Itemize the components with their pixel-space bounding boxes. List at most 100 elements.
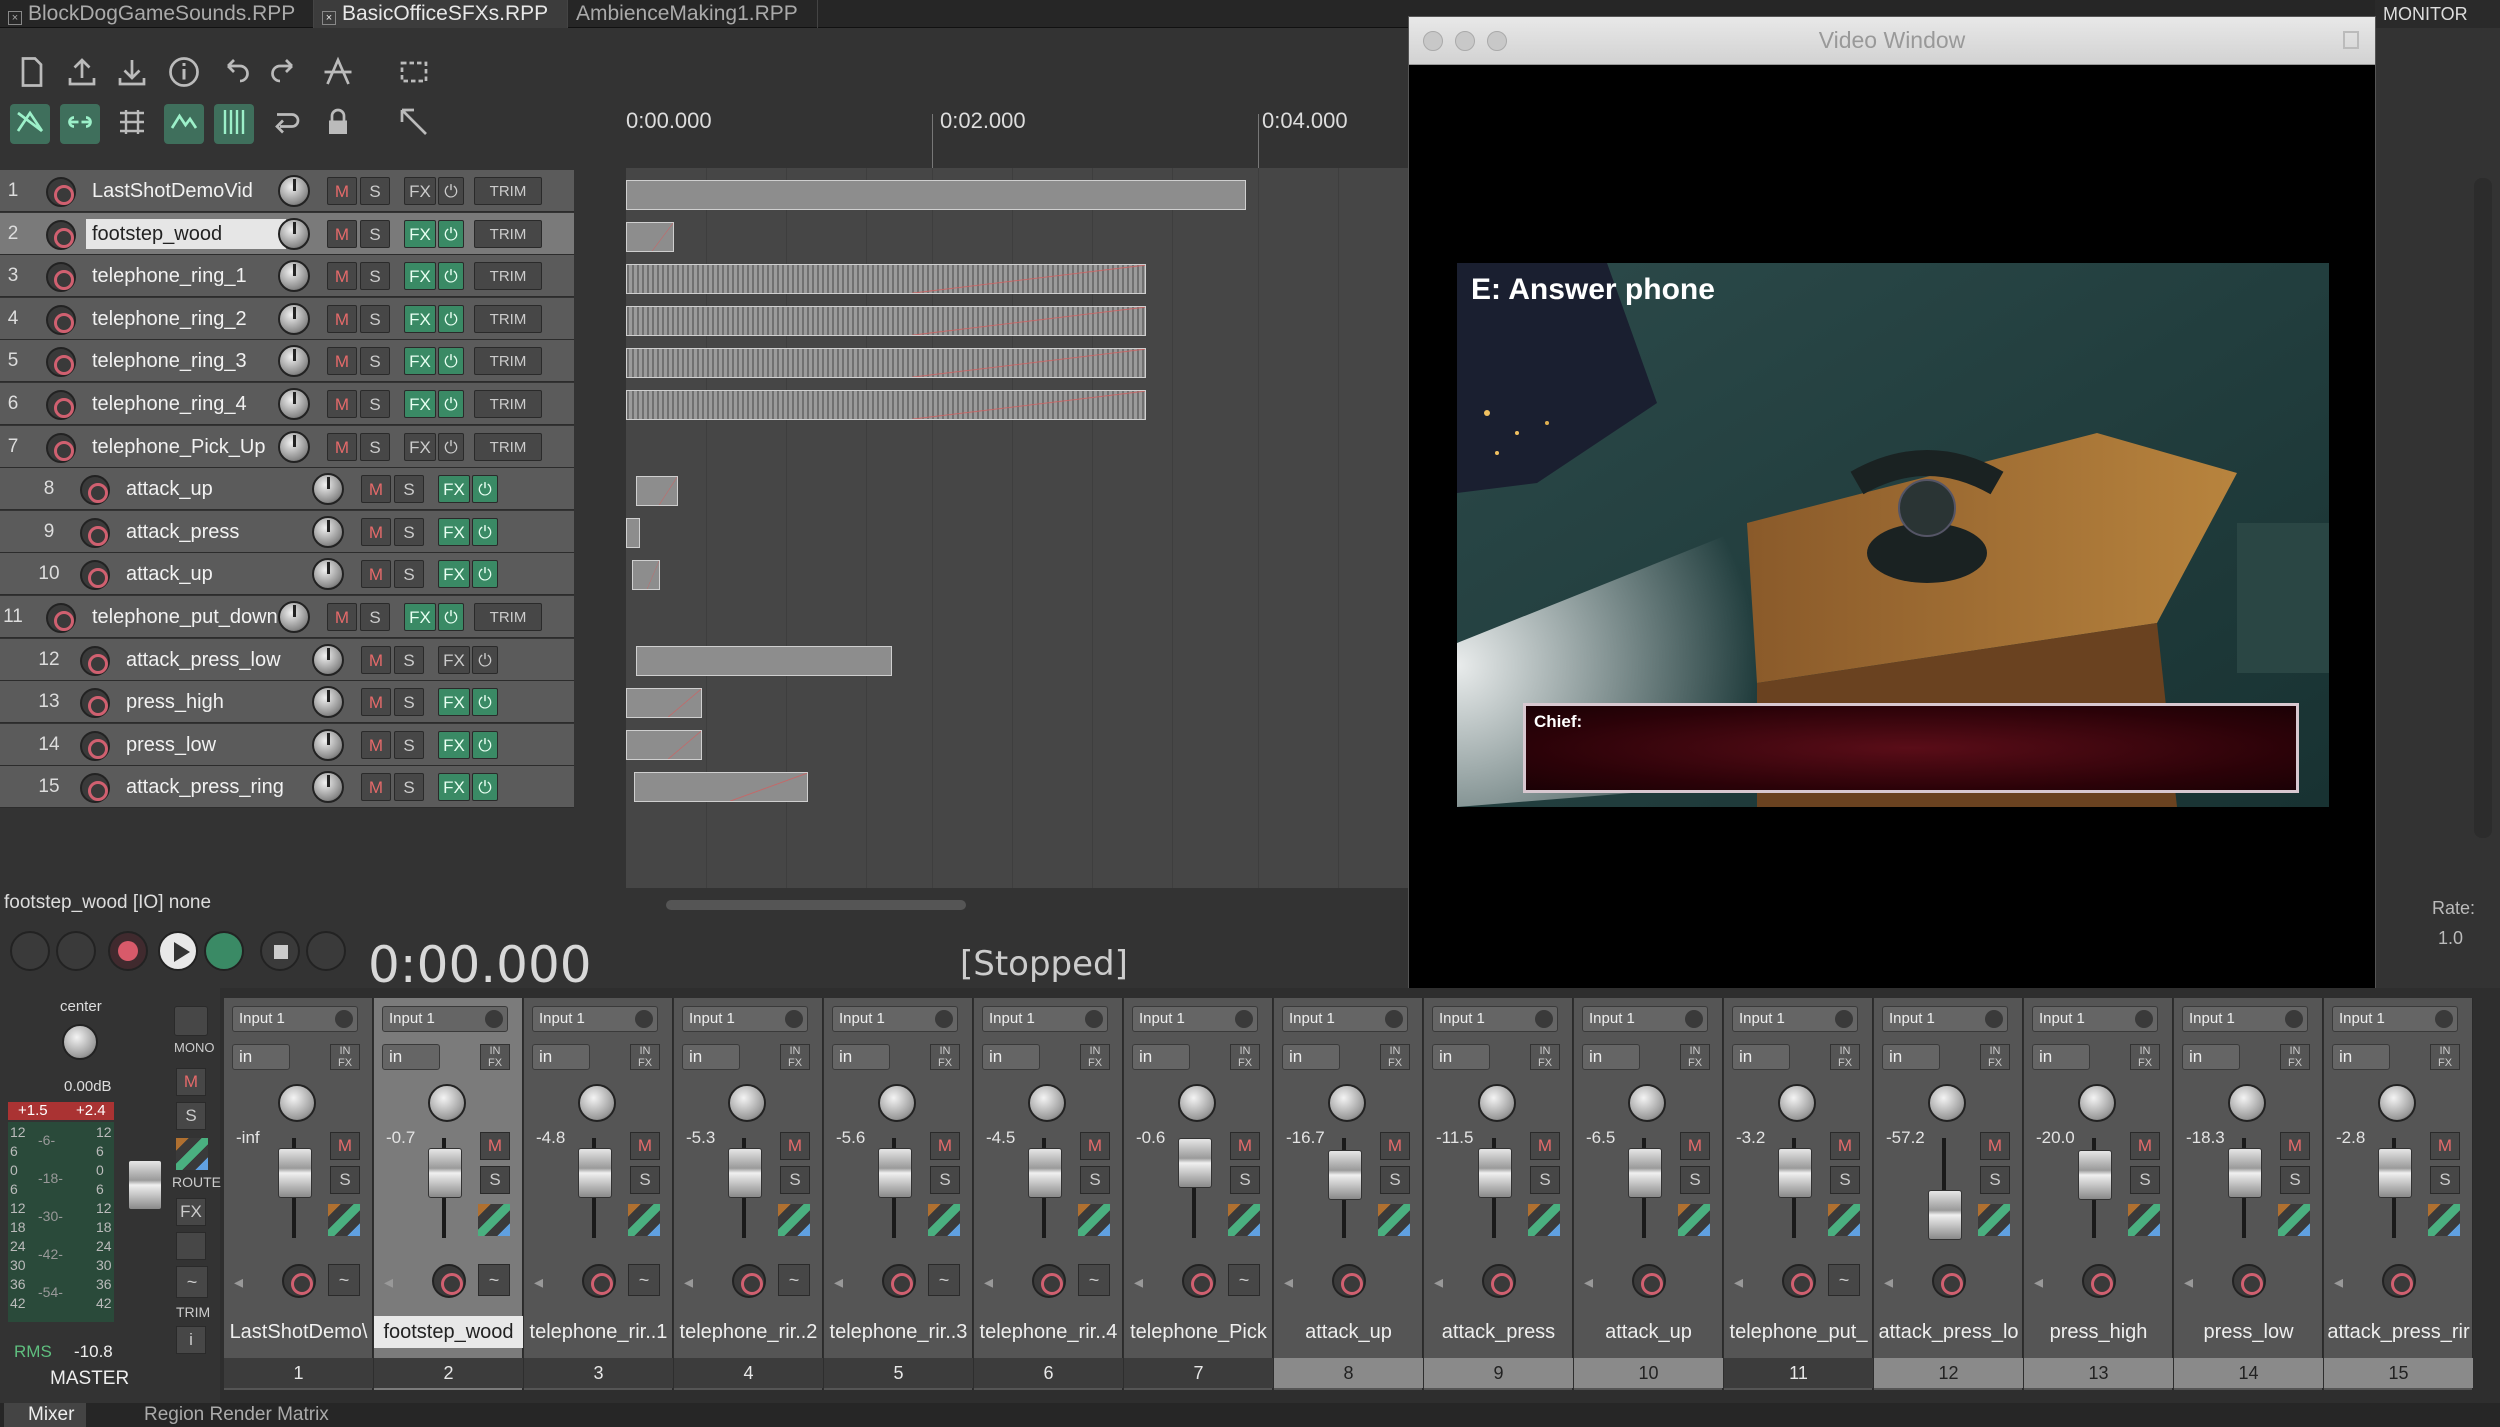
media-item[interactable] [632, 560, 660, 590]
mixer-strip[interactable]: Input 1 in IN FX -4.8 M S ◂ ~ telephone_rir..1 3 [524, 998, 673, 1390]
volume-fader[interactable] [578, 1148, 612, 1198]
track-row[interactable]: 6 telephone_ring_4 M S FX ⏻ TRIM [0, 383, 574, 425]
master-route-button[interactable] [176, 1138, 208, 1170]
fx-button[interactable]: FX [438, 730, 470, 759]
track-name[interactable]: telephone_ring_2 [86, 304, 286, 334]
close-tab-icon[interactable]: × [322, 11, 336, 25]
input-monitor-select[interactable]: in [232, 1044, 290, 1070]
automation-mode-button[interactable]: TRIM [474, 432, 542, 461]
input-monitor-select[interactable]: in [1882, 1044, 1940, 1070]
mute-button[interactable]: M [327, 177, 357, 205]
media-item[interactable] [626, 348, 1146, 378]
envelope-button[interactable]: ~ [328, 1264, 360, 1296]
route-button[interactable] [1228, 1204, 1260, 1236]
video-window[interactable]: Video Window E: Answer phone Chief: [1408, 16, 2376, 1004]
solo-button[interactable]: S [360, 304, 390, 333]
open-project-icon[interactable] [62, 54, 102, 94]
strip-solo-button[interactable]: S [1680, 1166, 1710, 1194]
mute-button[interactable]: M [327, 603, 357, 631]
input-fx-button[interactable]: IN FX [930, 1044, 960, 1070]
strip-mute-button[interactable]: M [1230, 1132, 1260, 1160]
track-volume-knob[interactable] [278, 388, 310, 420]
automation-mode-button[interactable]: TRIM [474, 347, 542, 376]
strip-name[interactable]: attack_press_rir [2324, 1316, 2473, 1348]
automation-mode-button[interactable]: TRIM [474, 177, 542, 205]
master-pan-knob[interactable] [62, 1024, 98, 1060]
track-row[interactable]: 12 attack_press_low M S FX ⏻ [0, 638, 574, 681]
pan-knob[interactable] [1778, 1084, 1816, 1122]
track-row[interactable]: 11 telephone_put_down M S FX ⏻ TRIM [0, 596, 574, 638]
repeat-button[interactable] [204, 931, 244, 971]
strip-solo-button[interactable]: S [930, 1166, 960, 1194]
media-item[interactable] [626, 688, 702, 718]
record-arm-button[interactable] [80, 645, 110, 676]
input-fx-button[interactable]: IN FX [1980, 1044, 2010, 1070]
master-info-button[interactable]: i [176, 1326, 206, 1354]
mixer-strip[interactable]: Input 1 in IN FX -5.6 M S ◂ ~ telephone_rir..3 5 [824, 998, 973, 1390]
strip-record-arm-button[interactable] [1332, 1264, 1366, 1298]
input-select[interactable]: Input 1 [1882, 1006, 2008, 1032]
new-project-icon[interactable] [12, 54, 52, 94]
route-button[interactable] [2428, 1204, 2460, 1236]
fx-bypass-button[interactable]: ⏻ [472, 773, 498, 802]
input-select[interactable]: Input 1 [1732, 1006, 1858, 1032]
strip-solo-button[interactable]: S [1380, 1166, 1410, 1194]
input-select[interactable]: Input 1 [2332, 1006, 2458, 1032]
media-item[interactable] [636, 476, 678, 506]
strip-mute-button[interactable]: M [480, 1132, 510, 1160]
pan-knob[interactable] [278, 1084, 316, 1122]
route-button[interactable] [2128, 1204, 2160, 1236]
ripple-edit-icon[interactable] [10, 104, 50, 144]
monitor-fx-button[interactable]: MONITOR FX [2375, 0, 2500, 52]
record-arm-button[interactable] [80, 688, 110, 719]
mixer-strip[interactable]: Input 1 in IN FX -5.3 M S ◂ ~ telephone_rir..2 4 [674, 998, 823, 1390]
input-monitor-select[interactable]: in [1582, 1044, 1640, 1070]
automation-mode-button[interactable]: TRIM [474, 390, 542, 418]
mute-button[interactable]: M [327, 304, 357, 333]
record-arm-button[interactable] [46, 603, 76, 633]
fx-bypass-button[interactable]: ⏻ [438, 177, 464, 205]
go-to-start-button[interactable] [10, 931, 50, 971]
pan-knob[interactable] [1028, 1084, 1066, 1122]
automation-mode-button[interactable]: TRIM [474, 304, 542, 333]
track-name[interactable]: attack_up [120, 559, 286, 589]
docker-tab-region-render-matrix[interactable]: Region Render Matrix [140, 1403, 329, 1427]
strip-record-arm-button[interactable] [282, 1264, 316, 1298]
fx-button[interactable]: FX [438, 475, 470, 504]
strip-record-arm-button[interactable] [882, 1264, 916, 1298]
volume-fader[interactable] [728, 1148, 762, 1198]
automation-mode-button[interactable]: TRIM [474, 262, 542, 291]
strip-name[interactable]: press_low [2174, 1316, 2323, 1348]
volume-fader[interactable] [1178, 1138, 1212, 1188]
fx-bypass-button[interactable]: ⏻ [438, 219, 464, 248]
volume-fader[interactable] [2378, 1148, 2412, 1198]
mixer-strip[interactable]: Input 1 in IN FX -11.5 M S ◂ attack_press 9 [1424, 998, 1573, 1390]
master-mute-button[interactable]: M [176, 1068, 206, 1096]
track-volume-knob[interactable] [312, 643, 344, 676]
fx-bypass-button[interactable]: ⏻ [438, 432, 464, 461]
save-project-icon[interactable] [112, 54, 152, 94]
tab-project-2[interactable]: × BasicOfficeSFXs.RPP [314, 0, 568, 28]
input-monitor-select[interactable]: in [1282, 1044, 1340, 1070]
strip-mute-button[interactable]: M [1530, 1132, 1560, 1160]
input-fx-button[interactable]: IN FX [780, 1044, 810, 1070]
input-select[interactable]: Input 1 [1282, 1006, 1408, 1032]
pan-knob[interactable] [2078, 1084, 2116, 1122]
go-to-end-button[interactable] [56, 931, 96, 971]
strip-record-arm-button[interactable] [432, 1264, 466, 1298]
envelope-button[interactable]: ~ [478, 1264, 510, 1296]
strip-solo-button[interactable]: S [1530, 1166, 1560, 1194]
strip-record-arm-button[interactable] [1782, 1264, 1816, 1298]
track-name[interactable]: telephone_ring_3 [86, 346, 286, 376]
mixer-strip[interactable]: Input 1 in IN FX -20.0 M S ◂ press_high 13 [2024, 998, 2173, 1390]
strip-name[interactable]: telephone_rir..1 [524, 1316, 673, 1348]
fx-button[interactable]: FX [404, 347, 436, 376]
solo-button[interactable]: S [360, 603, 390, 631]
mute-button[interactable]: M [361, 560, 391, 589]
input-fx-button[interactable]: IN FX [1230, 1044, 1260, 1070]
stop-button[interactable] [260, 931, 300, 971]
solo-button[interactable]: S [394, 773, 424, 802]
master-solo-button[interactable]: S [176, 1102, 206, 1130]
volume-fader[interactable] [278, 1148, 312, 1198]
envelope-button[interactable]: ~ [1078, 1264, 1110, 1296]
